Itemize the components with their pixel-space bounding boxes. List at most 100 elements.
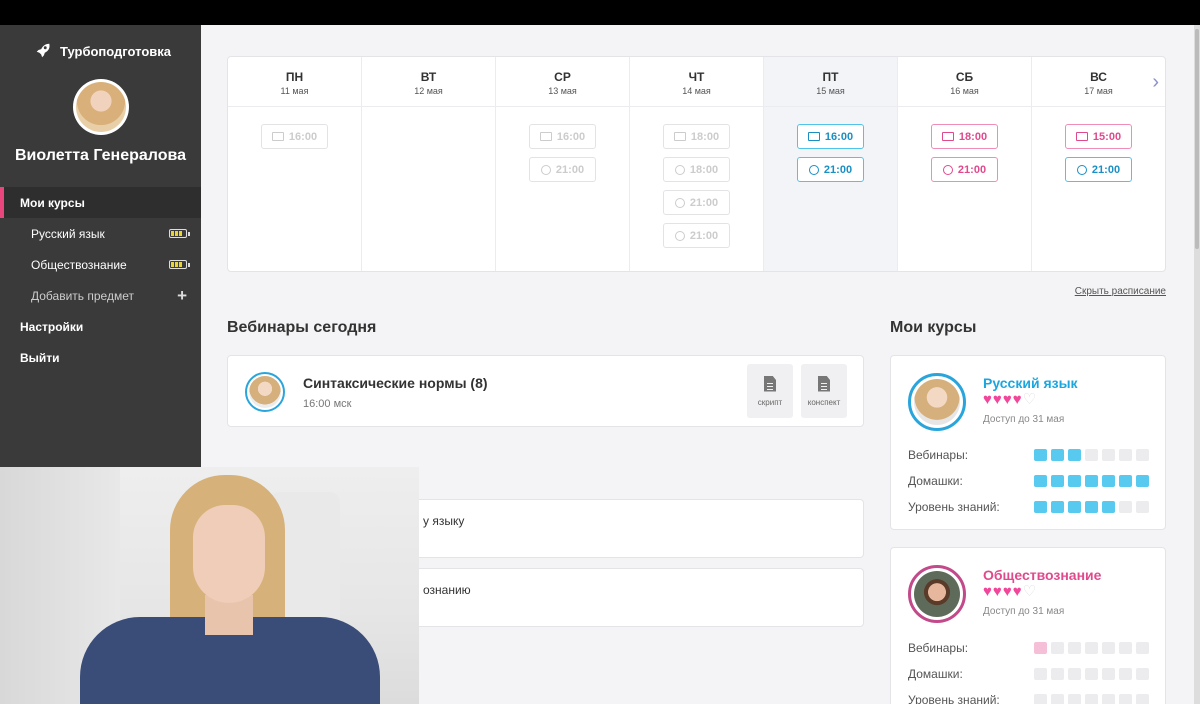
day-column: ПТ 15 мая 16:00 21:00: [764, 57, 898, 271]
day-date: 16 мая: [950, 86, 979, 96]
progress-segment: [1068, 668, 1081, 680]
day-column: ВТ 12 мая: [362, 57, 496, 271]
progress-segment: [1068, 449, 1081, 461]
sidebar-item-russian[interactable]: Русский язык: [0, 218, 201, 249]
heart-filled-icon: ♥: [1002, 583, 1012, 600]
time-slot[interactable]: 16:00: [797, 124, 864, 149]
progress-segment: [1051, 694, 1064, 704]
teacher-avatar: [908, 373, 966, 431]
progress-segment: [1136, 668, 1149, 680]
webinar-time: 16:00 мск: [303, 398, 352, 410]
progress-segment: [1136, 501, 1149, 513]
slot-time: 21:00: [823, 163, 853, 176]
chevron-right-icon[interactable]: ›: [1152, 71, 1159, 94]
time-slot[interactable]: 18:00: [663, 157, 730, 182]
time-slot[interactable]: 18:00: [931, 124, 998, 149]
scrollbar[interactable]: [1194, 25, 1200, 704]
time-slot[interactable]: 21:00: [663, 223, 730, 248]
time-slot[interactable]: 18:00: [663, 124, 730, 149]
clock-icon: [808, 164, 819, 175]
day-name: ВТ: [420, 70, 437, 84]
heart-filled-icon: ♥: [1012, 391, 1022, 408]
course-card-social[interactable]: Обществознание ♥ ♥ ♥ ♥ ♡ Доступ до 31 мая Ве…: [890, 547, 1166, 704]
day-name: СБ: [955, 70, 974, 84]
time-slot[interactable]: 16:00: [529, 124, 596, 149]
time-slot[interactable]: 15:00: [1065, 124, 1132, 149]
script-button[interactable]: скрипт: [747, 364, 793, 418]
progress-segment: [1034, 449, 1047, 461]
progress-segment: [1068, 694, 1081, 704]
progress-segment: [1085, 694, 1098, 704]
sidebar-item-social[interactable]: Обществознание: [0, 249, 201, 280]
time-slot[interactable]: 21:00: [931, 157, 998, 182]
slot-time: 15:00: [1092, 130, 1122, 143]
heart-empty-icon: ♡: [1022, 583, 1037, 600]
slot-time: 16:00: [824, 130, 854, 143]
clock-icon: [1076, 164, 1087, 175]
sidebar-item-label: Мои курсы: [20, 195, 85, 210]
slot-time: 21:00: [1091, 163, 1121, 176]
clock-icon: [674, 230, 685, 241]
time-slot[interactable]: 21:00: [529, 157, 596, 182]
schedule-calendar: ПН 11 мая 16:00 ВТ 12 мая СР 13 мая 16:00 21:00 Ч…: [227, 56, 1166, 272]
course-name: Обществознание: [983, 567, 1102, 583]
battery-icon: [169, 229, 190, 238]
slot-time: 18:00: [689, 163, 719, 176]
slot-time: 21:00: [555, 163, 585, 176]
time-slot[interactable]: 16:00: [261, 124, 328, 149]
brand[interactable]: Турбоподготовка: [34, 41, 171, 62]
sidebar-item-settings[interactable]: Настройки: [0, 311, 201, 342]
day-date: 13 мая: [548, 86, 577, 96]
my-courses-title: Мои курсы: [890, 319, 977, 336]
progress-segment: [1119, 694, 1132, 704]
progress-segment: [1119, 475, 1132, 487]
metric-label: Домашки:: [908, 474, 963, 488]
webinar-card[interactable]: Синтаксические нормы (8) 16:00 мск скрип…: [227, 355, 864, 427]
progress-segment: [1136, 449, 1149, 461]
user-avatar[interactable]: [73, 79, 129, 135]
sidebar-item-my-courses[interactable]: Мои курсы: [0, 187, 201, 218]
metric-label: Вебинары:: [908, 641, 969, 655]
progress-segment: [1119, 449, 1132, 461]
sidebar-nav: Мои курсы Русский язык Обществознание До…: [0, 187, 201, 373]
slot-time: 16:00: [288, 130, 318, 143]
day-name: СР: [554, 70, 571, 84]
time-slot[interactable]: 21:00: [1065, 157, 1132, 182]
course-card-russian[interactable]: Русский язык ♥ ♥ ♥ ♥ ♡ Доступ до 31 мая Веби…: [890, 355, 1166, 530]
sidebar-item-add-subject[interactable]: Добавить предмет +: [0, 280, 201, 311]
day-date: 12 мая: [414, 86, 443, 96]
course-name: Русский язык: [983, 375, 1078, 391]
hide-schedule-link[interactable]: Скрыть расписание: [1075, 286, 1166, 297]
progress-segment: [1034, 694, 1047, 704]
day-header: ПТ 15 мая: [764, 57, 897, 107]
brand-name: Турбоподготовка: [60, 44, 172, 59]
monitor-icon: [1075, 132, 1088, 141]
monitor-icon: [271, 132, 284, 141]
progress-segment: [1119, 642, 1132, 654]
metric-label: Уровень знаний:: [908, 693, 1000, 704]
day-date: 11 мая: [280, 86, 309, 96]
progress-segment: [1102, 501, 1115, 513]
progress-segment: [1102, 642, 1115, 654]
progress-segment: [1136, 694, 1149, 704]
progress-segment: [1068, 642, 1081, 654]
access-date: Доступ до 31 мая: [983, 606, 1065, 617]
hearts-rating: ♥ ♥ ♥ ♥ ♡: [983, 392, 1036, 407]
progress-segment: [1085, 449, 1098, 461]
sidebar-item-logout[interactable]: Выйти: [0, 342, 201, 373]
notes-button[interactable]: конспект: [801, 364, 847, 418]
slot-time: 21:00: [957, 163, 987, 176]
slot-time: 21:00: [689, 196, 719, 209]
heart-filled-icon: ♥: [983, 583, 992, 600]
progress-segment: [1068, 501, 1081, 513]
plus-icon: +: [177, 286, 187, 305]
day-column: ЧТ 14 мая 18:00 18:00 21:00 21:00: [630, 57, 764, 271]
document-icon: [764, 375, 776, 392]
metric-label: Вебинары:: [908, 448, 969, 462]
day-column: ПН 11 мая 16:00: [228, 57, 362, 271]
progress-segment: [1085, 642, 1098, 654]
heart-filled-icon: ♥: [1012, 583, 1022, 600]
time-slot[interactable]: 21:00: [663, 190, 730, 215]
time-slot[interactable]: 21:00: [797, 157, 864, 182]
day-column: СБ 16 мая 18:00 21:00: [898, 57, 1032, 271]
